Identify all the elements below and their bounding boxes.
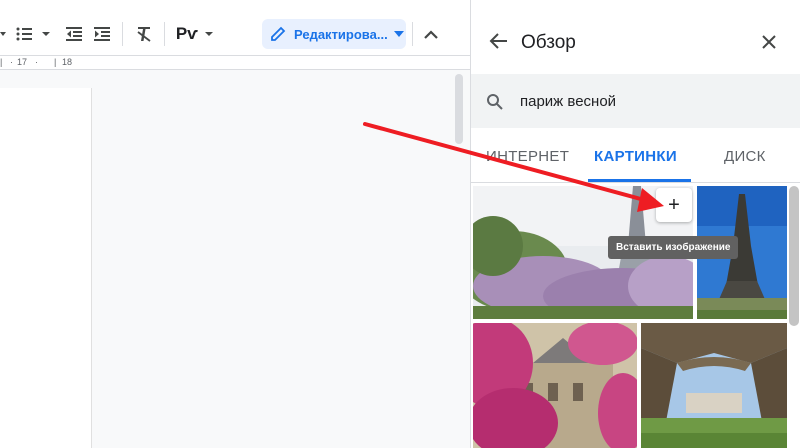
editing-mode-label: Редактирова... xyxy=(294,26,388,42)
chevron-up-icon xyxy=(424,29,438,39)
horizontal-ruler[interactable]: | · 17 · | 18 xyxy=(0,56,470,70)
pencil-icon xyxy=(271,26,286,41)
bulleted-list-button[interactable] xyxy=(12,22,36,46)
clear-formatting-icon xyxy=(137,27,151,42)
hide-menus-button[interactable] xyxy=(419,22,443,46)
tab-drive[interactable]: ДИСК xyxy=(724,148,766,165)
dropdown-arrow-icon[interactable] xyxy=(0,28,6,40)
increase-indent-icon xyxy=(94,27,110,41)
spellcheck-label: Рѵ xyxy=(175,24,199,43)
chevron-down-icon xyxy=(393,31,404,37)
tab-images[interactable]: КАРТИНКИ xyxy=(594,148,677,165)
close-button[interactable] xyxy=(761,34,781,54)
explore-panel: Обзор париж весной ИНТЕРНЕТ КАРТИНКИ ДИС… xyxy=(470,0,800,448)
close-icon xyxy=(762,35,776,49)
toolbar-divider xyxy=(412,22,413,46)
increase-indent-button[interactable] xyxy=(90,22,114,46)
docs-toolbar: Рѵ Редактирова... xyxy=(0,0,470,56)
clear-formatting-button[interactable] xyxy=(132,22,156,46)
ruler-mark: 17 xyxy=(17,57,28,67)
insert-image-tooltip: Вставить изображение xyxy=(608,236,739,259)
toolbar-divider xyxy=(164,22,165,46)
document-page[interactable] xyxy=(0,88,92,448)
spellcheck-dropdown[interactable] xyxy=(203,28,215,40)
search-icon xyxy=(487,94,503,110)
insert-image-button[interactable]: + xyxy=(656,188,692,222)
decrease-indent-icon xyxy=(66,27,82,41)
bulleted-list-dropdown[interactable] xyxy=(40,28,52,40)
tabs-divider xyxy=(471,182,800,183)
bulleted-list-icon xyxy=(16,27,32,41)
decrease-indent-button[interactable] xyxy=(62,22,86,46)
arrow-back-icon xyxy=(489,33,507,49)
back-button[interactable] xyxy=(489,31,511,53)
toolbar-divider xyxy=(122,22,123,46)
image-result[interactable] xyxy=(473,323,637,448)
explore-search-box[interactable]: париж весной xyxy=(471,74,800,128)
plus-icon: + xyxy=(668,193,680,216)
image-result[interactable] xyxy=(641,323,787,448)
panel-scrollbar[interactable] xyxy=(789,186,799,326)
editing-mode-dropdown[interactable]: Редактирова... xyxy=(262,19,406,49)
document-canvas[interactable] xyxy=(0,70,470,448)
spellcheck-button[interactable]: Рѵ xyxy=(174,22,200,46)
panel-title: Обзор xyxy=(521,32,576,53)
search-input[interactable]: париж весной xyxy=(520,93,616,110)
document-scrollbar[interactable] xyxy=(455,74,463,144)
tab-web[interactable]: ИНТЕРНЕТ xyxy=(486,148,569,165)
ruler-mark: 18 xyxy=(62,57,73,67)
